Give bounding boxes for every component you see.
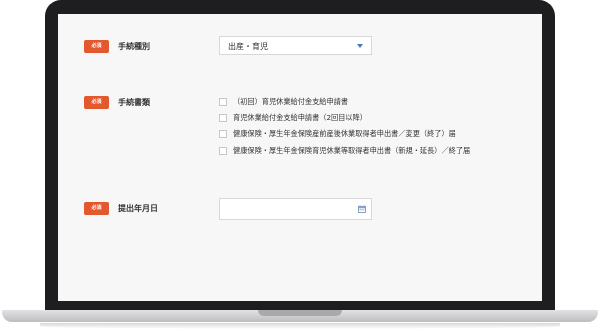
submission-date-input[interactable] — [219, 198, 372, 220]
checkbox[interactable] — [219, 98, 227, 106]
document-option-label: （初回）育児休業給付金支給申請書 — [233, 97, 349, 106]
required-badge: 必須 — [84, 202, 109, 215]
laptop-shadow — [40, 323, 560, 329]
required-badge: 必須 — [84, 96, 109, 109]
required-badge: 必須 — [84, 40, 109, 53]
document-option-label: 健康保険・厚生年金保険産前産後休業取得者申出書／変更（終了）届 — [233, 129, 456, 138]
checkbox[interactable] — [219, 147, 227, 155]
checkbox[interactable] — [219, 130, 227, 138]
checkbox[interactable] — [219, 114, 227, 122]
calendar-icon[interactable] — [358, 205, 366, 213]
document-option-label: 健康保険・厚生年金保険育児休業等取得者申出書（新規・延長）／終了届 — [233, 146, 471, 155]
laptop-notch — [258, 310, 342, 316]
procedure-type-label: 手続種別 — [118, 42, 150, 51]
procedure-type-value: 出産・育児 — [228, 42, 268, 51]
procedure-type-select[interactable]: 出産・育児 — [219, 36, 372, 55]
screen: 必須 手続種別 出産・育児 必須 手続書類 （初回）育児休業給付金支給申請書 育… — [58, 14, 542, 301]
chevron-down-icon — [357, 44, 363, 48]
procedure-documents-label: 手続書類 — [118, 98, 150, 107]
document-option-label: 育児休業給付金支給申請書（2回目以降） — [233, 113, 367, 122]
submission-date-label: 提出年月日 — [118, 204, 158, 213]
